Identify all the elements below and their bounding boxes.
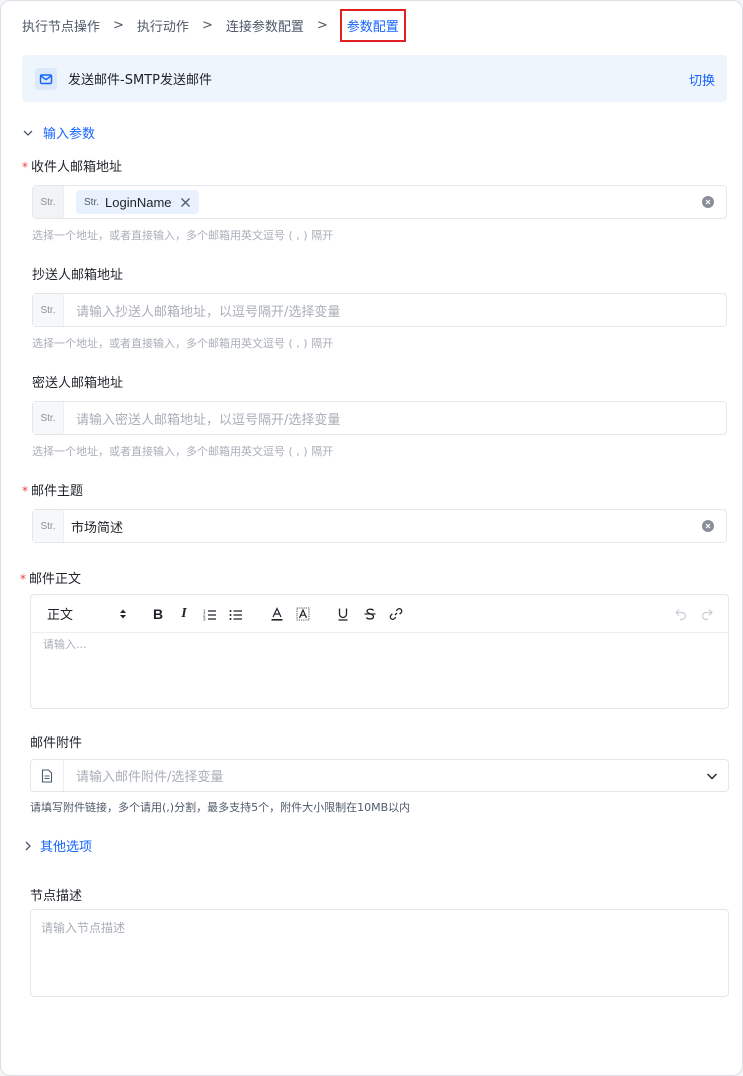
clear-icon[interactable] bbox=[702, 520, 714, 532]
body-editor[interactable]: 正文 B I 123 请输入... bbox=[30, 594, 729, 709]
font-color-icon[interactable] bbox=[269, 606, 285, 622]
strikethrough-icon[interactable] bbox=[362, 606, 378, 622]
action-title: 发送邮件-SMTP发送邮件 bbox=[68, 73, 212, 88]
mail-icon bbox=[35, 67, 57, 90]
required-mark: * bbox=[22, 160, 28, 174]
svg-text:3: 3 bbox=[203, 616, 206, 621]
format-select-value: 正文 bbox=[47, 608, 74, 623]
subject-label: * 邮件主题 bbox=[22, 480, 83, 499]
to-hint: 选择一个地址，或者直接输入，多个邮箱用英文逗号 ( , ) 隔开 bbox=[32, 229, 334, 242]
bold-icon[interactable]: B bbox=[150, 606, 166, 622]
breadcrumb: 执行节点操作 > 执行动作 > 连接参数配置 > 参数配置 bbox=[22, 8, 406, 42]
body-label-text: 邮件正文 bbox=[29, 572, 82, 587]
attachment-placeholder: 请输入邮件附件/选择变量 bbox=[76, 770, 224, 785]
parameter-config-panel: 执行节点操作 > 执行动作 > 连接参数配置 > 参数配置 发送邮件-SMTP发… bbox=[0, 0, 743, 1076]
breadcrumb-item-connection-config[interactable]: 连接参数配置 bbox=[226, 16, 304, 35]
type-tag[interactable]: Str. bbox=[33, 510, 64, 542]
type-tag[interactable]: Str. bbox=[33, 402, 64, 434]
breadcrumb-item-param-config: 参数配置 bbox=[339, 8, 406, 42]
editor-content[interactable]: 请输入... bbox=[31, 633, 728, 655]
link-icon[interactable] bbox=[388, 606, 404, 622]
bcc-field[interactable]: Str. 请输入密送人邮箱地址，以逗号隔开/选择变量 bbox=[32, 401, 727, 435]
chevron-down-icon[interactable] bbox=[706, 770, 718, 782]
format-select[interactable]: 正文 bbox=[47, 604, 127, 623]
editor-toolbar: 正文 B I 123 bbox=[31, 595, 728, 633]
file-icon bbox=[31, 760, 64, 791]
input-params-toggle[interactable]: 输入参数 bbox=[22, 123, 95, 142]
to-field[interactable]: Str. Str. LoginName bbox=[32, 185, 727, 219]
node-desc-label: 节点描述 bbox=[30, 889, 83, 904]
subject-value: 市场简述 bbox=[71, 520, 124, 536]
input-params-label: 输入参数 bbox=[43, 127, 96, 142]
remove-chip-icon[interactable] bbox=[180, 197, 191, 208]
to-label-text: 收件人邮箱地址 bbox=[31, 160, 123, 175]
body-label: * 邮件正文 bbox=[20, 568, 81, 587]
subject-label-text: 邮件主题 bbox=[31, 484, 84, 499]
variable-chip: Str. LoginName bbox=[76, 190, 199, 214]
type-tag[interactable]: Str. bbox=[33, 186, 64, 218]
type-tag[interactable]: Str. bbox=[33, 294, 64, 326]
cc-label: 抄送人邮箱地址 bbox=[32, 268, 124, 283]
breadcrumb-item-execute-node[interactable]: 执行节点操作 bbox=[22, 16, 100, 35]
bullet-list-icon[interactable] bbox=[228, 606, 244, 622]
redo-icon[interactable] bbox=[699, 606, 715, 622]
bcc-hint: 选择一个地址，或者直接输入，多个邮箱用英文逗号 ( , ) 隔开 bbox=[32, 445, 334, 458]
breadcrumb-separator: > bbox=[316, 17, 328, 33]
node-desc-textarea[interactable]: 请输入节点描述 bbox=[30, 909, 729, 997]
breadcrumb-item-execute-action[interactable]: 执行动作 bbox=[137, 16, 189, 35]
cc-hint: 选择一个地址，或者直接输入，多个邮箱用英文逗号 ( , ) 隔开 bbox=[32, 337, 334, 350]
cc-field[interactable]: Str. 请输入抄送人邮箱地址，以逗号隔开/选择变量 bbox=[32, 293, 727, 327]
subject-field[interactable]: Str. 市场简述 bbox=[32, 509, 727, 543]
clear-icon[interactable] bbox=[702, 196, 714, 208]
underline-icon[interactable] bbox=[335, 606, 351, 622]
attachment-label: 邮件附件 bbox=[30, 736, 83, 751]
to-label: * 收件人邮箱地址 bbox=[22, 156, 122, 175]
chevron-down-icon bbox=[23, 130, 33, 136]
chip-value: LoginName bbox=[105, 194, 172, 210]
ordered-list-icon[interactable]: 123 bbox=[202, 606, 218, 622]
other-options-label: 其他选项 bbox=[40, 840, 93, 855]
bcc-label: 密送人邮箱地址 bbox=[32, 376, 124, 391]
breadcrumb-separator: > bbox=[201, 17, 213, 33]
cc-placeholder: 请输入抄送人邮箱地址，以逗号隔开/选择变量 bbox=[76, 304, 341, 320]
undo-icon[interactable] bbox=[673, 606, 689, 622]
italic-icon[interactable]: I bbox=[176, 606, 192, 622]
chevron-right-icon bbox=[25, 841, 31, 850]
sort-arrows-icon bbox=[120, 609, 126, 618]
attachment-select[interactable]: 请输入邮件附件/选择变量 bbox=[30, 759, 729, 792]
required-mark: * bbox=[20, 572, 26, 586]
chip-type: Str. bbox=[84, 196, 100, 208]
breadcrumb-separator: > bbox=[113, 17, 124, 33]
action-card: 发送邮件-SMTP发送邮件 切换 bbox=[22, 55, 727, 102]
switch-action-link[interactable]: 切换 bbox=[689, 70, 715, 89]
bcc-placeholder: 请输入密送人邮箱地址，以逗号隔开/选择变量 bbox=[76, 412, 341, 428]
other-options-toggle[interactable]: 其他选项 bbox=[22, 836, 92, 855]
highlight-color-icon[interactable] bbox=[295, 606, 311, 622]
attachment-hint: 请填写附件链接，多个请用(,)分割，最多支持5个，附件大小限制在10MB以内 bbox=[30, 801, 411, 814]
required-mark: * bbox=[22, 484, 28, 498]
